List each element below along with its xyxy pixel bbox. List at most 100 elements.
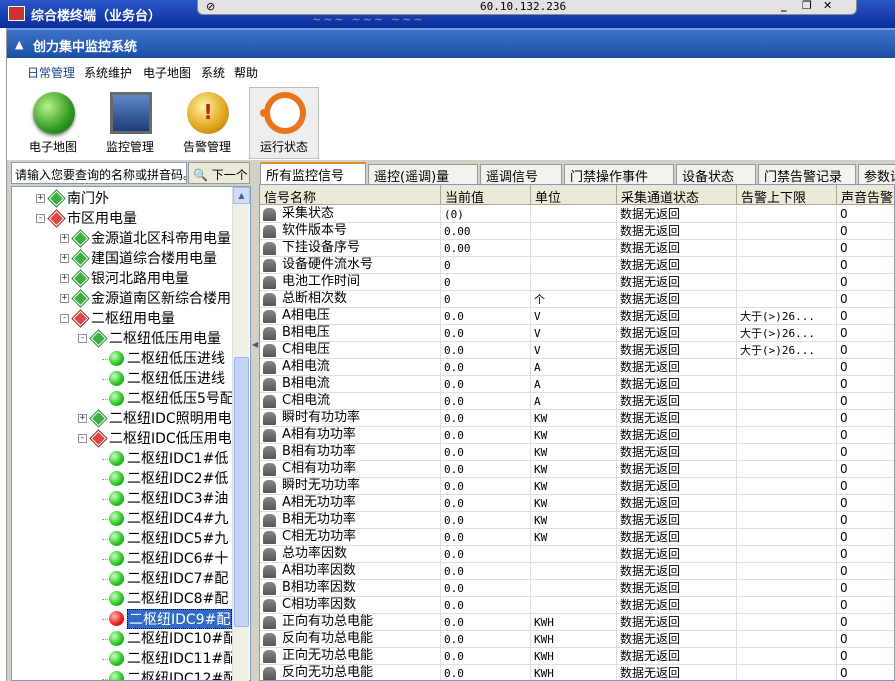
table-row[interactable]: 软件版本号 0.00 数据无返回 0: [260, 223, 894, 240]
tab-item[interactable]: 门禁告警记录: [758, 164, 856, 184]
tab-item[interactable]: 门禁操作事件: [564, 164, 674, 184]
table-row[interactable]: C相电压 0.0 V 数据无返回 大于(>)26... 0: [260, 342, 894, 359]
cell-alarm-limits: [737, 291, 837, 308]
panel-splitter[interactable]: ◀: [251, 162, 259, 681]
table-row[interactable]: C相无功功率 0.0 KW 数据无返回 0: [260, 529, 894, 546]
cell-current-value: 0: [441, 274, 531, 291]
expand-node-icon[interactable]: +: [60, 234, 69, 243]
menu-daily-management[interactable]: 日常管理: [27, 64, 75, 81]
signal-name-text: C相电压: [282, 342, 331, 357]
expand-node-icon[interactable]: +: [78, 414, 87, 423]
table-row[interactable]: A相有功功率 0.0 KW 数据无返回 0: [260, 427, 894, 444]
tree-node-label: 二枢纽IDC照明用电: [109, 411, 232, 427]
cell-current-value: 0.0: [441, 308, 531, 325]
minimize-button[interactable]: _: [781, 0, 787, 12]
table-row[interactable]: 正向无功总电能 0.0 KWH 数据无返回 0: [260, 648, 894, 665]
table-row[interactable]: 瞬时无功功率 0.0 KW 数据无返回 0: [260, 478, 894, 495]
monitor-management-button[interactable]: 监控管理: [96, 88, 164, 158]
cell-signal-name: B相电压: [260, 325, 441, 342]
table-row[interactable]: A相电压 0.0 V 数据无返回 大于(>)26... 0: [260, 308, 894, 325]
tab-item[interactable]: 遥控(遥调)量: [368, 164, 478, 184]
cell-channel-status: 数据无返回: [617, 512, 737, 529]
menu-help[interactable]: 帮助: [234, 64, 258, 81]
tab-item[interactable]: 设备状态: [676, 164, 756, 184]
table-row[interactable]: 电池工作时间 0 数据无返回 0: [260, 274, 894, 291]
tab-all-signals[interactable]: 所有监控信号: [260, 162, 366, 184]
table-row[interactable]: 反向无功总电能 0.0 KWH 数据无返回 0: [260, 665, 894, 680]
cell-signal-name: 瞬时无功功率: [260, 478, 441, 495]
collapse-node-icon[interactable]: -: [78, 334, 87, 343]
table-row[interactable]: 采集状态 (0) 数据无返回 0: [260, 206, 894, 223]
table-row[interactable]: A相无功功率 0.0 KW 数据无返回 0: [260, 495, 894, 512]
table-row[interactable]: B相电压 0.0 V 数据无返回 大于(>)26... 0: [260, 325, 894, 342]
signal-icon: [263, 276, 276, 289]
tree-node-label: 市区用电量: [67, 211, 137, 227]
tree-node-label: 二枢纽IDC9#配: [127, 609, 233, 629]
collapse-left-icon[interactable]: ◀: [252, 340, 258, 349]
column-header-channel-status[interactable]: 采集通道状态: [617, 185, 737, 205]
table-row[interactable]: 正向有功总电能 0.0 KWH 数据无返回 0: [260, 614, 894, 631]
signal-name-text: 电池工作时间: [282, 274, 361, 289]
column-header-alarm-limits[interactable]: 告警上下限: [737, 185, 837, 205]
table-row[interactable]: C相电流 0.0 A 数据无返回 0: [260, 393, 894, 410]
restore-button[interactable]: ❐: [802, 0, 812, 12]
tab-item[interactable]: 参数设置: [858, 164, 895, 184]
close-button[interactable]: ✕: [823, 0, 832, 12]
table-row[interactable]: C相有功功率 0.0 KW 数据无返回 0: [260, 461, 894, 478]
table-row[interactable]: 反向有功总电能 0.0 KWH 数据无返回 0: [260, 631, 894, 648]
menu-electronic-map[interactable]: 电子地图: [143, 64, 191, 81]
signal-name-text: C相功率因数: [282, 597, 357, 612]
table-row[interactable]: 总功率因数 0.0 数据无返回 0: [260, 546, 894, 563]
signal-icon: [263, 616, 276, 629]
cell-sound-alarm: 0: [837, 410, 894, 427]
scroll-thumb[interactable]: [234, 357, 249, 627]
table-row[interactable]: B相电流 0.0 A 数据无返回 0: [260, 376, 894, 393]
next-result-button[interactable]: 🔍 下一个: [188, 162, 250, 184]
collapse-node-icon[interactable]: -: [78, 434, 87, 443]
electronic-map-button[interactable]: 电子地图: [19, 88, 87, 158]
signal-name-text: 正向有功总电能: [282, 614, 374, 629]
signal-name-text: A相有功功率: [282, 427, 356, 442]
table-row[interactable]: B相有功功率 0.0 KW 数据无返回 0: [260, 444, 894, 461]
pin-icon[interactable]: ⊘: [206, 0, 215, 13]
expand-node-icon[interactable]: +: [60, 274, 69, 283]
cell-alarm-limits: 大于(>)26...: [737, 308, 837, 325]
table-row[interactable]: B相功率因数 0.0 数据无返回 0: [260, 580, 894, 597]
scroll-up-icon[interactable]: ▲: [233, 187, 250, 204]
table-row[interactable]: A相功率因数 0.0 数据无返回 0: [260, 563, 894, 580]
table-row[interactable]: 下挂设备序号 0.00 数据无返回 0: [260, 240, 894, 257]
collapse-node-icon[interactable]: -: [36, 214, 45, 223]
cell-signal-name: C相电压: [260, 342, 441, 359]
expand-node-icon[interactable]: +: [36, 194, 45, 203]
table-row[interactable]: C相功率因数 0.0 数据无返回 0: [260, 597, 894, 614]
table-row[interactable]: 瞬时有功功率 0.0 KW 数据无返回 0: [260, 410, 894, 427]
column-header-unit[interactable]: 单位: [531, 185, 617, 205]
expand-node-icon[interactable]: +: [60, 294, 69, 303]
run-status-button[interactable]: 运行状态: [249, 87, 319, 159]
search-input[interactable]: 请输入您要查询的名称或拼音码。: [11, 162, 187, 184]
signal-icon: [263, 480, 276, 493]
alarm-management-button[interactable]: 告警管理: [173, 88, 241, 158]
signal-table: 信号名称 当前值 单位 采集通道状态 告警上下限 声音告警 采集状态 (0) 数据无返回 0 软件…: [259, 184, 895, 681]
cell-current-value: 0.0: [441, 563, 531, 580]
cell-current-value: 0.0: [441, 444, 531, 461]
column-header-sound-alarm[interactable]: 声音告警: [837, 185, 894, 205]
signal-name-text: B相电流: [282, 376, 330, 391]
column-header-current-value[interactable]: 当前值: [441, 185, 531, 205]
table-row[interactable]: 总断相次数 0 个数据无返回 0: [260, 291, 894, 308]
cell-unit: [531, 257, 617, 274]
table-row[interactable]: B相无功功率 0.0 KW 数据无返回 0: [260, 512, 894, 529]
signal-icon: [263, 378, 276, 391]
menu-system-maintenance[interactable]: 系统维护: [84, 64, 132, 81]
tree-scrollbar[interactable]: ▲: [232, 187, 250, 681]
menu-system[interactable]: 系统: [201, 64, 225, 81]
table-row[interactable]: A相电流 0.0 A 数据无返回 0: [260, 359, 894, 376]
column-header-signal-name[interactable]: 信号名称: [260, 185, 441, 205]
signal-name-text: 正向无功总电能: [282, 648, 374, 663]
green-status-icon: [109, 651, 124, 666]
table-row[interactable]: 设备硬件流水号 0 数据无返回 0: [260, 257, 894, 274]
tab-item[interactable]: 遥调信号: [480, 164, 562, 184]
expand-node-icon[interactable]: +: [60, 254, 69, 263]
cell-sound-alarm: 0: [837, 631, 894, 648]
collapse-node-icon[interactable]: -: [60, 314, 69, 323]
